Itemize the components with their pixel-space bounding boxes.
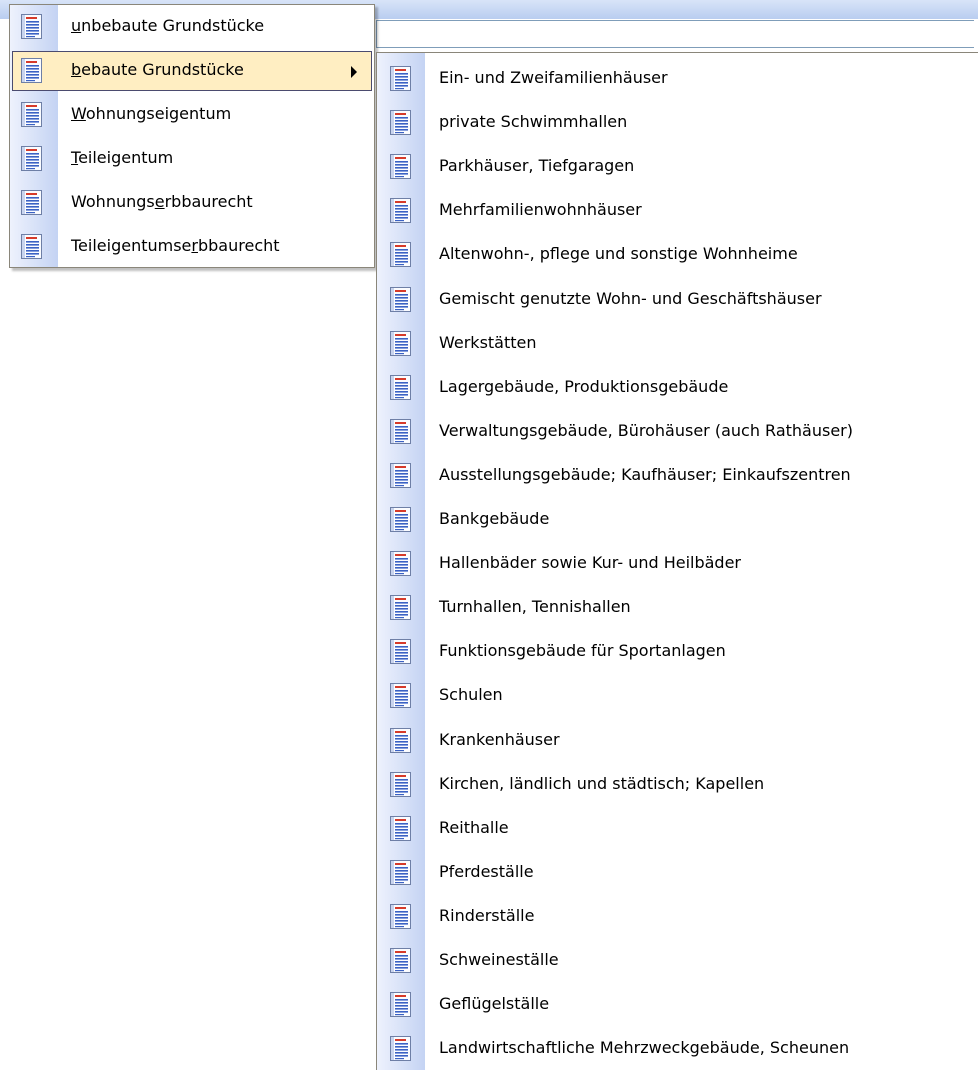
menu-item-4[interactable]: Teileigentum: [12, 139, 372, 179]
accelerator-key: T: [71, 148, 79, 167]
menu-item-label: unbebaute Grundstücke: [71, 16, 265, 35]
submenu-item-label: Hallenbäder sowie Kur- und Heilbäder: [439, 553, 741, 573]
submenu-item-19[interactable]: Pferdeställe: [379, 853, 978, 893]
word-document-icon: [389, 242, 413, 268]
submenu-item-label: Schweineställe: [439, 950, 559, 969]
submenu-item-12[interactable]: Hallenbäder sowie Kur- und Heilbäder: [379, 544, 978, 584]
submenu-item-label: Werkstätten: [439, 332, 537, 352]
submenu-item-15[interactable]: Schulen: [379, 676, 978, 716]
menu-item-label: bebaute Grundstücke: [71, 60, 244, 79]
word-document-icon: [389, 948, 413, 974]
submenu-item-11[interactable]: Bankgebäude: [379, 500, 978, 540]
word-document-icon: [389, 815, 413, 842]
word-document-icon: [389, 507, 413, 533]
submenu-item-label: Rinderställe: [439, 905, 535, 925]
word-document-icon: [389, 992, 413, 1018]
submenu-item-21[interactable]: Schweineställe: [379, 941, 978, 981]
submenu-item-label: Altenwohn-, pflege und sonstige Wohnheim…: [439, 244, 798, 264]
submenu-item-7[interactable]: Werkstätten: [379, 324, 978, 364]
menu-item-3[interactable]: Wohnungseigentum: [12, 95, 372, 135]
submenu-item-1[interactable]: Ein- und Zweifamilienhäuser: [379, 59, 978, 99]
submenu-item-17[interactable]: Kirchen, ländlich und städtisch; Kapelle…: [379, 765, 978, 805]
main-context-menu: unbebaute Grundstücke bebaute Grundstück…: [9, 4, 375, 268]
submenu-item-label: Pferdeställe: [439, 861, 534, 881]
word-document-icon: [389, 286, 413, 313]
submenu-arrow-icon: [351, 66, 357, 78]
submenu-item-label: Krankenhäuser: [439, 729, 560, 749]
word-document-icon: [389, 418, 413, 445]
menu-item-label: Teileigentumserbbaurecht: [71, 236, 280, 255]
word-document-icon: [389, 551, 413, 577]
word-document-icon: [389, 727, 413, 754]
word-document-icon: [389, 771, 413, 798]
submenu-item-18[interactable]: Reithalle: [379, 809, 978, 849]
submenu-item-label: private Schwimmhallen: [439, 112, 628, 132]
word-document-icon: [20, 234, 44, 260]
submenu-item-10[interactable]: Ausstellungsgebäude; Kaufhäuser; Einkauf…: [379, 456, 978, 496]
submenu-item-label: Ausstellungsgebäude; Kaufhäuser; Einkauf…: [439, 464, 851, 484]
accelerator-key: r: [191, 236, 198, 255]
submenu-item-23[interactable]: Landwirtschaftliche Mehrzweckgebäude, Sc…: [379, 1029, 978, 1069]
word-document-icon: [389, 110, 413, 136]
accelerator-key: e: [154, 192, 165, 211]
submenu-item-label: Mehrfamilienwohnhäuser: [439, 200, 642, 220]
word-document-icon: [389, 198, 413, 224]
menu-item-1[interactable]: unbebaute Grundstücke: [12, 7, 372, 47]
submenu-item-20[interactable]: Rinderställe: [379, 897, 978, 937]
word-document-icon: [389, 66, 413, 92]
menu-item-6[interactable]: Teileigentumserbbaurecht: [12, 227, 372, 267]
submenu-bebaute-grundstuecke: Ein- und Zweifamilienhäuser private Schw…: [376, 52, 978, 1070]
submenu-item-label: Funktionsgebäude für Sportanlagen: [439, 641, 726, 661]
word-document-icon: [389, 595, 413, 621]
submenu-item-5[interactable]: Altenwohn-, pflege und sonstige Wohnheim…: [379, 235, 978, 275]
submenu-item-label: Kirchen, ländlich und städtisch; Kapelle…: [439, 773, 765, 793]
menu-item-label: Wohnungseigentum: [71, 104, 232, 123]
accelerator-key: b: [71, 60, 82, 79]
submenu-item-9[interactable]: Verwaltungsgebäude, Bürohäuser (auch Rat…: [379, 412, 978, 452]
submenu-item-label: Reithalle: [439, 817, 509, 837]
submenu-item-label: Gemischt genutzte Wohn- und Geschäftshäu…: [439, 288, 822, 308]
word-document-icon: [389, 859, 413, 886]
accelerator-key: u: [71, 16, 82, 35]
submenu-item-label: Landwirtschaftliche Mehrzweckgebäude, Sc…: [439, 1038, 850, 1058]
menu-item-label: Teileigentum: [71, 148, 174, 167]
word-document-icon: [20, 58, 44, 84]
input-field[interactable]: [376, 20, 974, 48]
word-document-icon: [389, 154, 413, 180]
submenu-item-label: Verwaltungsgebäude, Bürohäuser (auch Rat…: [439, 420, 853, 440]
word-document-icon: [20, 14, 44, 40]
submenu-item-3[interactable]: Parkhäuser, Tiefgaragen: [379, 147, 978, 187]
submenu-item-6[interactable]: Gemischt genutzte Wohn- und Geschäftshäu…: [379, 280, 978, 320]
submenu-item-label: Ein- und Zweifamilienhäuser: [439, 68, 668, 87]
accelerator-key: W: [71, 104, 86, 123]
word-document-icon: [389, 374, 413, 401]
word-document-icon: [389, 462, 413, 489]
submenu-item-13[interactable]: Turnhallen, Tennishallen: [379, 588, 978, 628]
submenu-item-label: Schulen: [439, 685, 503, 705]
menu-item-label: Wohnungserbbaurecht: [71, 192, 253, 211]
word-document-icon: [20, 190, 44, 216]
word-document-icon: [20, 102, 44, 128]
submenu-item-label: Parkhäuser, Tiefgaragen: [439, 156, 635, 176]
word-document-icon: [389, 330, 413, 357]
word-document-icon: [389, 683, 413, 709]
submenu-item-8[interactable]: Lagergebäude, Produktionsgebäude: [379, 368, 978, 408]
menu-item-5[interactable]: Wohnungserbbaurecht: [12, 183, 372, 223]
submenu-item-label: Lagergebäude, Produktionsgebäude: [439, 376, 729, 396]
submenu-item-14[interactable]: Funktionsgebäude für Sportanlagen: [379, 632, 978, 672]
word-document-icon: [389, 639, 413, 665]
submenu-item-label: Turnhallen, Tennishallen: [439, 597, 631, 617]
menu-item-2[interactable]: bebaute Grundstücke: [12, 51, 372, 91]
submenu-item-label: Geflügelställe: [439, 994, 550, 1014]
word-document-icon: [389, 903, 413, 930]
submenu-item-22[interactable]: Geflügelställe: [379, 985, 978, 1025]
submenu-item-4[interactable]: Mehrfamilienwohnhäuser: [379, 191, 978, 231]
submenu-item-label: Bankgebäude: [439, 509, 550, 528]
submenu-item-2[interactable]: private Schwimmhallen: [379, 103, 978, 143]
word-document-icon: [389, 1036, 413, 1062]
submenu-item-16[interactable]: Krankenhäuser: [379, 721, 978, 761]
word-document-icon: [20, 146, 44, 172]
